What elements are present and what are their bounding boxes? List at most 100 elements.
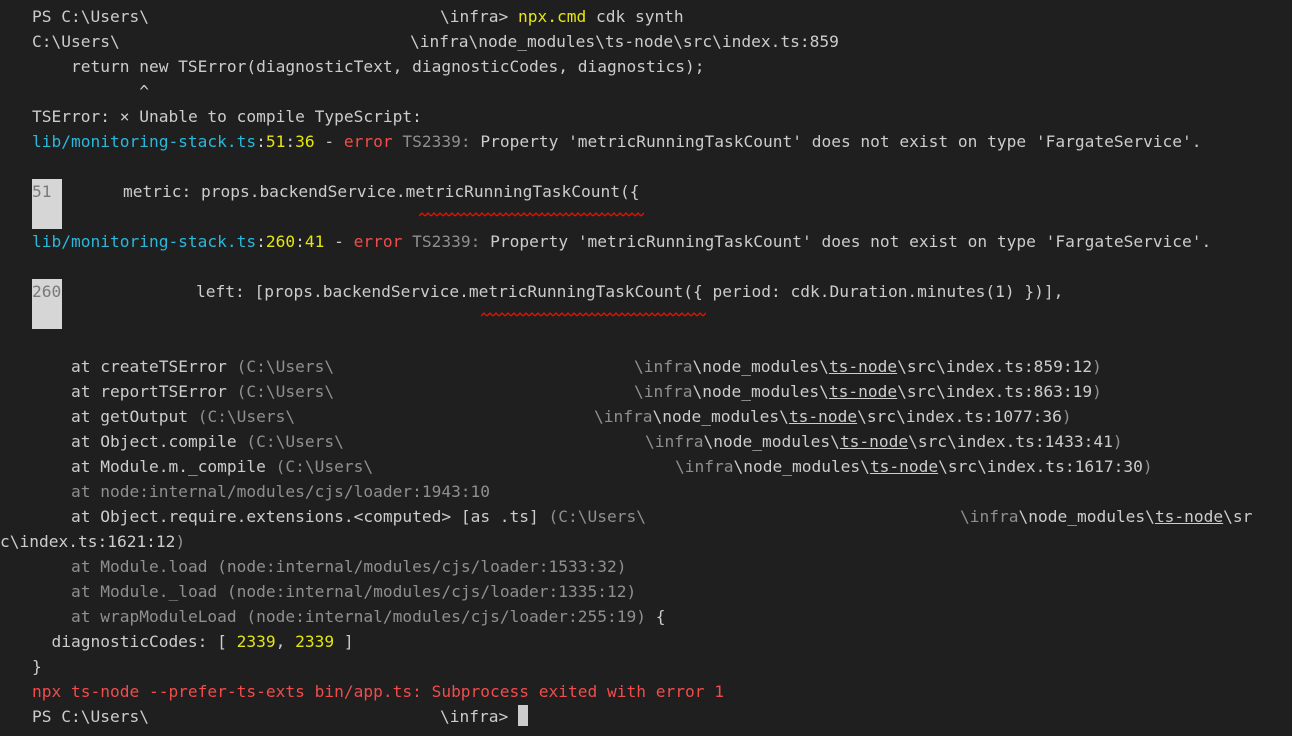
error-origin-prefix: C:\Users\ (32, 32, 120, 51)
diagnostic-file-link[interactable]: lib/monitoring-stack.ts (32, 232, 256, 251)
stack-location-prefix: (C:\Users\ (226, 382, 335, 401)
exit-error-message: npx ts-node --prefer-ts-exts bin/app.ts:… (32, 682, 724, 701)
stack-path-node-modules: \node_modules\ (692, 382, 829, 401)
error-squiggle (419, 212, 644, 218)
stack-path-infra: \infra (645, 432, 704, 451)
stack-close-paren: ) (1061, 407, 1072, 426)
diagnostic-message: Property 'metricRunningTaskCount' does n… (480, 232, 1212, 251)
close-brace: } (32, 657, 42, 676)
diagnostic-error-word: error (353, 232, 403, 251)
command-executable: npx.cmd (517, 7, 587, 26)
diagnostic-message: Property 'metricRunningTaskCount' does n… (470, 132, 1202, 151)
stack-at: at (32, 457, 101, 476)
stack-path-rest: \src\index.ts:1077:36 (857, 407, 1062, 426)
prompt-input-line[interactable]: \infra> (440, 704, 528, 729)
diagnostic-separator: : (256, 132, 266, 151)
stack-path-ts-node-link[interactable]: ts-node (1155, 507, 1223, 526)
stack-close-paren: ) (1142, 457, 1153, 476)
diagnostic-codes-label: diagnosticCodes: [ (32, 632, 237, 651)
diagnostic-separator: : (256, 232, 266, 251)
stack-path: \infra\node_modules\ts-node\src\index.ts… (594, 404, 1072, 429)
stack-path-infra: \infra (960, 507, 1019, 526)
stack-close-paren: ) (1112, 432, 1123, 451)
stack-location: (node:internal/modules/cjs/loader:1533:3… (207, 557, 627, 576)
diagnostic-dash: - (324, 232, 354, 251)
stack-function: Object.require.extensions.<computed> [as… (100, 507, 539, 526)
stack-path-ts-node-link[interactable]: ts-node (840, 432, 908, 451)
stack-frame: at getOutput (C:\Users\ (32, 404, 295, 429)
diagnostic-header: lib/monitoring-stack.ts:260:41 - error T… (32, 229, 1211, 254)
tserror-label: TSError: (32, 107, 120, 126)
stack-function: Module._load (100, 582, 218, 601)
error-origin-caret: ^ (32, 82, 149, 101)
stack-path-node-modules: \node_modules\ (733, 457, 870, 476)
tserror-message: Unable to compile TypeScript: (129, 107, 422, 126)
diagnostic-code-value: 2339 (295, 632, 335, 651)
stack-function: Module.m._compile (100, 457, 266, 476)
stack-at: at (32, 582, 101, 601)
command-args: cdk synth (586, 7, 684, 26)
stack-function: Object.compile (100, 432, 237, 451)
diagnostic-codes-comma: , (275, 632, 296, 651)
stack-path-rest: \src\index.ts:863:19 (897, 382, 1093, 401)
stack-path-infra: \infra (634, 382, 693, 401)
stack-path-rest: \src\index.ts:859:12 (897, 357, 1093, 376)
stack-at: at (32, 407, 101, 426)
stack-path-rest: \src\index.ts:1433:41 (908, 432, 1113, 451)
stack-path-ts-node-link[interactable]: ts-node (829, 357, 897, 376)
stack-at: at (32, 507, 101, 526)
stack-function: Module.load (100, 557, 208, 576)
diagnostic-codes-end: ] (334, 632, 354, 651)
stack-location-prefix: (C:\Users\ (187, 407, 296, 426)
error-origin-code: return new TSError(diagnosticText, diagn… (32, 57, 705, 76)
stack-path-node-modules: \node_modules\ (703, 432, 840, 451)
open-brace: { (646, 607, 666, 626)
terminal-cursor[interactable] (517, 705, 528, 726)
stack-path: \infra\node_modules\ts-node\src\index.ts… (634, 379, 1102, 404)
diagnostic-header: lib/monitoring-stack.ts:51:36 - error TS… (32, 129, 1202, 154)
command-prompt-line: PS C:\Users\ (32, 704, 149, 729)
stack-at: at (32, 557, 101, 576)
error-x-icon: × (119, 107, 130, 126)
stack-frame-internal: at Module.load (node:internal/modules/cj… (32, 554, 627, 579)
stack-path-ts-node-link[interactable]: ts-node (829, 382, 897, 401)
stack-location-prefix: (C:\Users\ (226, 357, 335, 376)
stack-location: (node:internal/modules/cjs/loader:1335:1… (217, 582, 637, 601)
terminal-panel[interactable]: PS C:\Users\ \infra> npx.cmd cdk synth C… (0, 0, 1292, 736)
diagnostic-dash: - (314, 132, 344, 151)
prompt-path-tail: \infra> (440, 7, 509, 26)
stack-path-wrap: c\index.ts:1621:12) (0, 529, 185, 554)
stack-location-prefix: (C:\Users\ (265, 457, 374, 476)
command-prompt-line: PS C:\Users\ (32, 4, 149, 29)
diagnostic-error-word: error (343, 132, 393, 151)
tserror-line: TSError: × Unable to compile TypeScript: (32, 104, 422, 129)
stack-function: wrapModuleLoad (100, 607, 237, 626)
stack-at: at (32, 357, 101, 376)
diagnostic-gutter: 260 (32, 279, 62, 329)
error-squiggle (481, 312, 706, 318)
stack-location-prefix: (C:\Users\ (538, 507, 646, 526)
stack-path-infra: \infra (675, 457, 734, 476)
diagnostic-separator: : (295, 232, 305, 251)
stack-path-node-modules: \node_modules\ (652, 407, 789, 426)
stack-frame: at reportTSError (C:\Users\ (32, 379, 334, 404)
stack-path-ts-node-link[interactable]: ts-node (870, 457, 938, 476)
stack-frame: at Object.require.extensions.<computed> … (32, 504, 646, 529)
stack-frame: at Module.m._compile (C:\Users\ (32, 454, 373, 479)
diagnostic-line: 51 (265, 132, 286, 151)
stack-path-node-modules: \node_modules\ (1018, 507, 1155, 526)
stack-location-prefix: (C:\Users\ (236, 432, 344, 451)
diagnostic-gutter: 51 (32, 179, 62, 229)
diagnostic-code-value: 2339 (236, 632, 276, 651)
stack-location: (node:internal/modules/cjs/loader:255:19… (236, 607, 647, 626)
stack-at: at (32, 382, 101, 401)
diagnostic-code: TS2339: (392, 132, 471, 151)
stack-path-ts-node-link[interactable]: ts-node (789, 407, 857, 426)
stack-frame-internal: at node:internal/modules/cjs/loader:1943… (32, 482, 491, 501)
diagnostic-source: metric: props.backendService.metricRunni… (123, 182, 640, 201)
stack-path-infra: \infra (594, 407, 653, 426)
diagnostic-codes-line: diagnosticCodes: [ 2339, 2339 ] (32, 629, 354, 654)
stack-function: getOutput (100, 407, 188, 426)
diagnostic-col: 41 (304, 232, 325, 251)
diagnostic-file-link[interactable]: lib/monitoring-stack.ts (32, 132, 256, 151)
